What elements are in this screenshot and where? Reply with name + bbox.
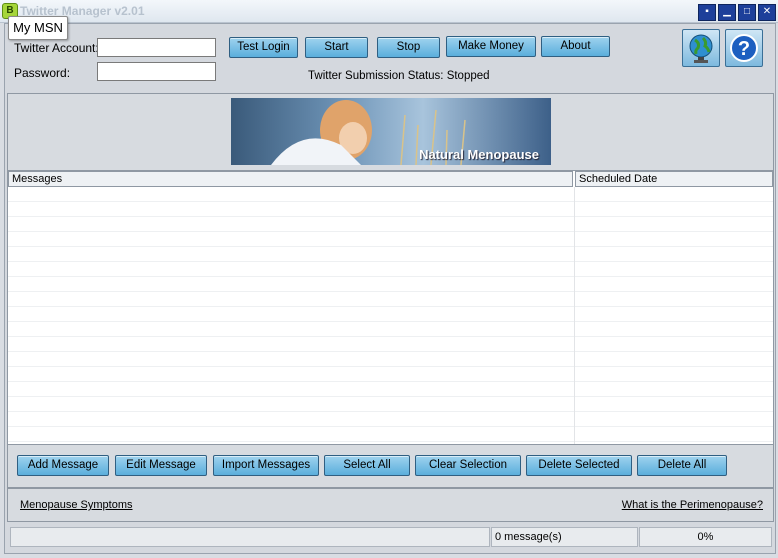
- delete-selected-button[interactable]: Delete Selected: [526, 455, 632, 476]
- test-login-button[interactable]: Test Login: [229, 37, 298, 58]
- password-label: Password:: [14, 66, 71, 80]
- message-count: 0 message(s): [491, 527, 638, 547]
- messages-table[interactable]: Messages Scheduled Date: [7, 170, 774, 445]
- clear-selection-button[interactable]: Clear Selection: [415, 455, 521, 476]
- main-frame: Twitter Account: Password: Test Login St…: [4, 23, 776, 554]
- progress-percent: 0%: [639, 527, 772, 547]
- minimize-button[interactable]: ▁: [718, 4, 736, 21]
- status-bar-empty-cell: [10, 527, 490, 547]
- banner-caption: Natural Menopause: [419, 147, 539, 162]
- about-button[interactable]: About: [541, 36, 610, 57]
- tooltip: My MSN: [8, 16, 68, 40]
- password-input[interactable]: [97, 62, 216, 81]
- start-button[interactable]: Start: [305, 37, 368, 58]
- import-messages-button[interactable]: Import Messages: [213, 455, 319, 476]
- system-menu-button[interactable]: ▪: [698, 4, 716, 21]
- banner-panel: Natural Menopause: [7, 93, 774, 171]
- twitter-account-input[interactable]: [97, 38, 216, 57]
- submission-status: Twitter Submission Status: Stopped: [308, 70, 490, 82]
- status-bar: 0 message(s) 0%: [7, 527, 772, 549]
- perimenopause-link[interactable]: What is the Perimenopause?: [622, 499, 763, 511]
- title-bar: B Twitter Manager v2.01 ▪ ▁ □ ✕: [0, 0, 778, 23]
- menopause-banner-image[interactable]: Natural Menopause: [231, 98, 551, 165]
- edit-message-button[interactable]: Edit Message: [115, 455, 207, 476]
- twitter-account-label: Twitter Account:: [14, 41, 99, 55]
- help-icon: ?: [730, 34, 758, 62]
- close-button[interactable]: ✕: [758, 4, 776, 21]
- action-button-panel: Add Message Edit Message Import Messages…: [7, 444, 774, 488]
- add-message-button[interactable]: Add Message: [17, 455, 109, 476]
- globe-icon: [689, 34, 713, 63]
- select-all-button[interactable]: Select All: [324, 455, 410, 476]
- table-rows[interactable]: [8, 187, 773, 444]
- stop-button[interactable]: Stop: [377, 37, 440, 58]
- help-button[interactable]: ?: [725, 29, 763, 67]
- column-header-messages[interactable]: Messages: [8, 171, 573, 187]
- delete-all-button[interactable]: Delete All: [637, 455, 727, 476]
- make-money-button[interactable]: Make Money: [446, 36, 536, 57]
- window-controls: ▪ ▁ □ ✕: [698, 4, 776, 21]
- globe-button[interactable]: [682, 29, 720, 67]
- svg-text:?: ?: [738, 38, 750, 60]
- maximize-button[interactable]: □: [738, 4, 756, 21]
- column-header-scheduled-date[interactable]: Scheduled Date: [575, 171, 773, 187]
- link-panel: Menopause Symptoms What is the Perimenop…: [7, 488, 774, 522]
- column-divider: [574, 187, 575, 444]
- menopause-symptoms-link[interactable]: Menopause Symptoms: [20, 499, 133, 511]
